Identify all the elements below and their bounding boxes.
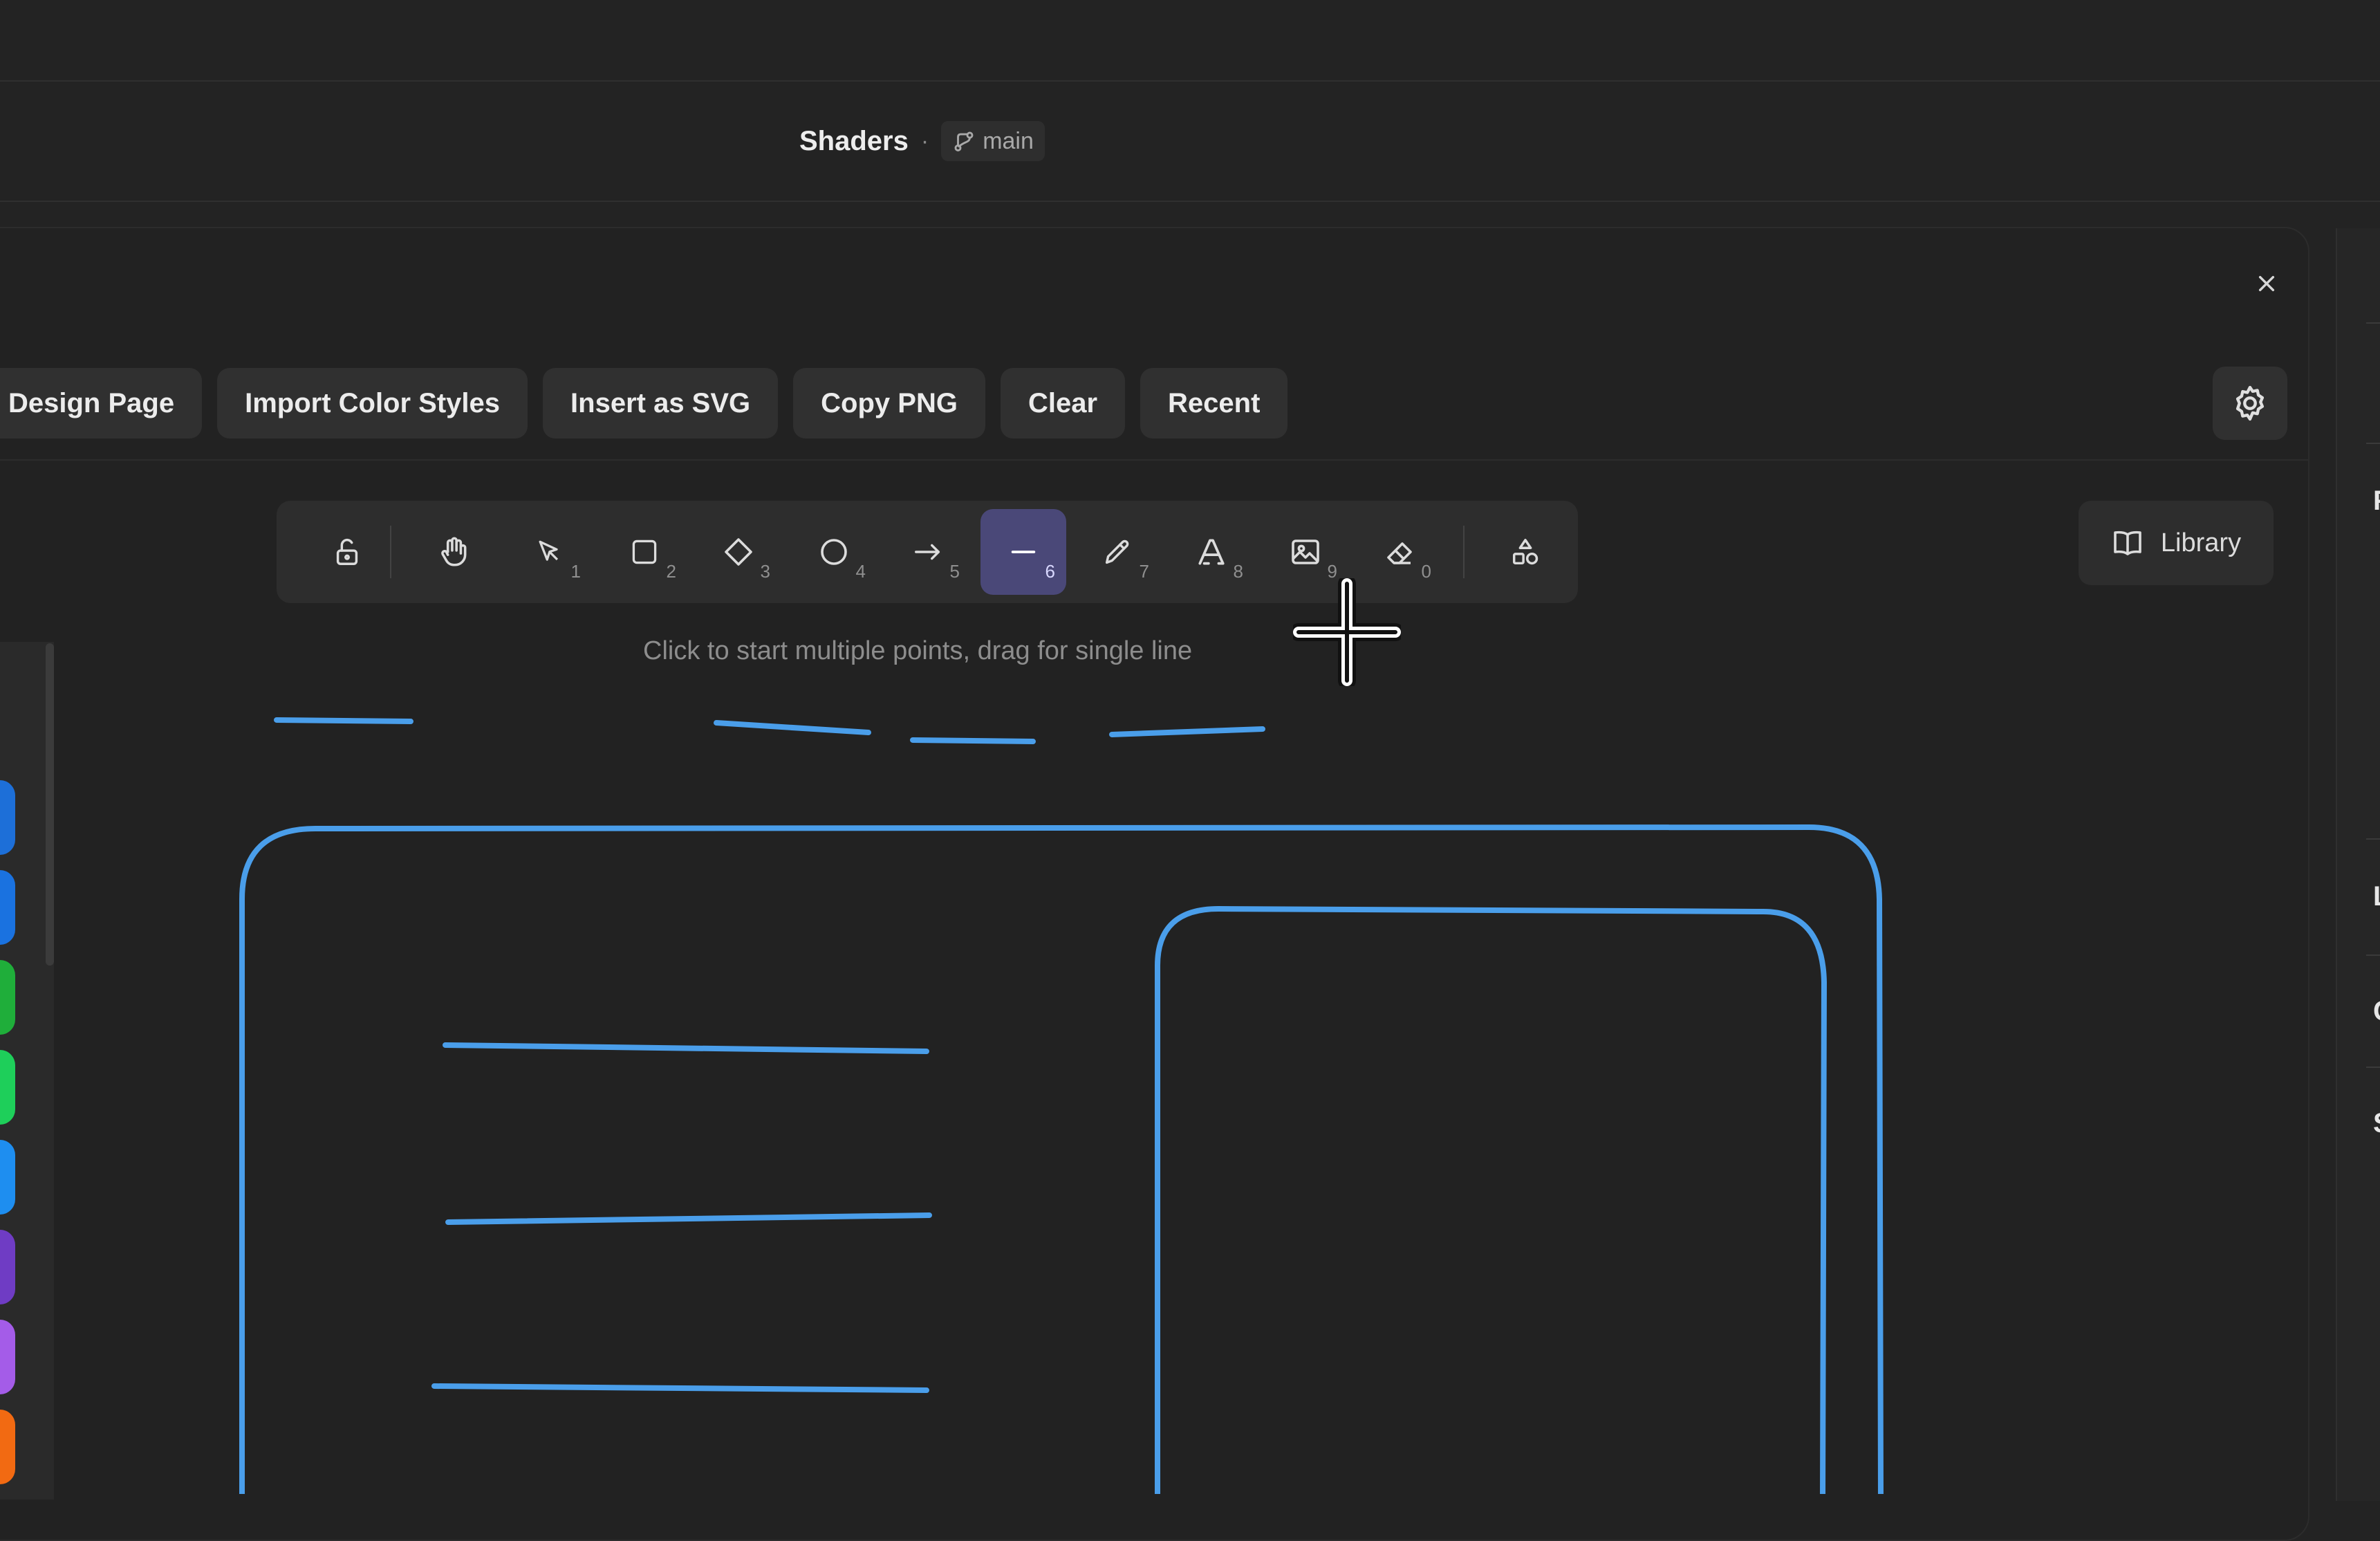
sketch-outer-frame: [239, 824, 1884, 1494]
sketch-line: [1109, 726, 1265, 737]
sketch-line: [910, 737, 1036, 744]
drawing-canvas[interactable]: [0, 0, 2380, 1494]
sketch-line: [714, 720, 871, 735]
sketch-inner-frame: [1155, 906, 1827, 1494]
sketch-line: [431, 1383, 929, 1393]
sketch-line: [274, 717, 413, 724]
sketch-line: [445, 1212, 932, 1225]
sketch-line: [443, 1042, 929, 1054]
crosshair-cursor-icon: [1293, 578, 1401, 686]
